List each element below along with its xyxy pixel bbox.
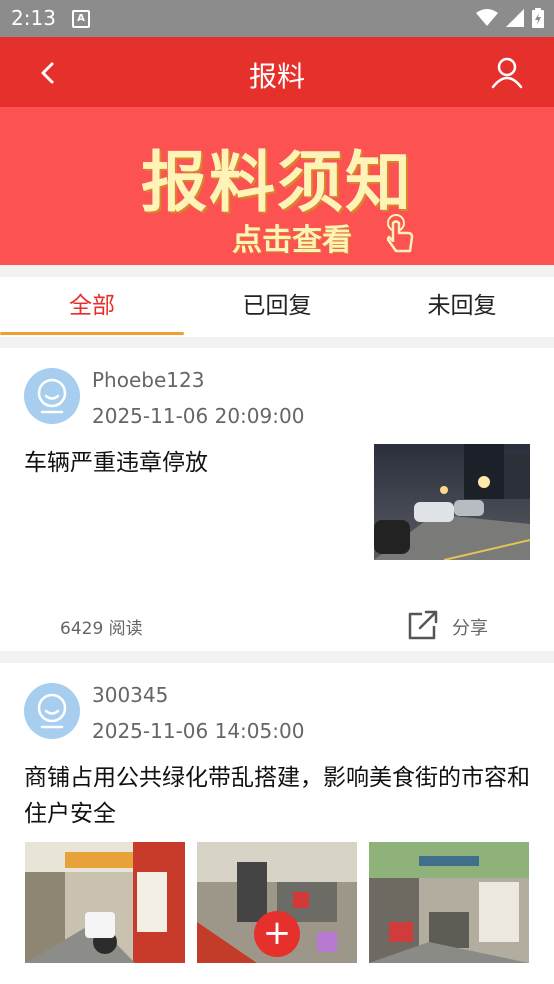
share-icon[interactable]	[406, 608, 440, 642]
post-card[interactable]: Phoebe123 2025-11-06 20:09:00 车辆严重违章停放 6…	[0, 348, 554, 651]
tab-replied[interactable]: 已回复	[185, 277, 369, 337]
post-datetime: 2025-11-06 20:09:00	[92, 404, 305, 428]
banner-subheading: 点击查看	[232, 223, 352, 258]
page-title: 报料	[248, 60, 305, 93]
street-shop-photo	[25, 842, 185, 963]
add-report-button[interactable]: +	[254, 911, 300, 957]
tab-all[interactable]: 全部	[0, 277, 184, 337]
status-bar: 2:13 A	[0, 0, 554, 37]
post-username: Phoebe123	[92, 368, 205, 392]
tab-unreplied[interactable]: 未回复	[370, 277, 554, 337]
filter-tabs: 全部 已回复 未回复	[0, 277, 554, 337]
system-icons	[476, 8, 544, 28]
outdoor-clutter-photo	[369, 842, 529, 963]
street-night-photo	[374, 444, 530, 560]
avatar[interactable]	[24, 368, 80, 424]
notification-icon: A	[72, 10, 90, 28]
post-username: 300345	[92, 683, 169, 707]
post-content: 车辆严重违章停放	[24, 450, 208, 476]
hand-pointer-icon	[386, 214, 414, 253]
avatar[interactable]	[24, 683, 80, 739]
tab-indicator	[0, 332, 184, 335]
app-bar: 报料	[0, 37, 554, 107]
avatar-face-icon	[37, 378, 67, 414]
post-image[interactable]	[25, 842, 185, 963]
post-content: 商铺占用公共绿化带乱搭建，影响美食街的市容和住户安全	[24, 765, 530, 827]
post-datetime: 2025-11-06 14:05:00	[92, 719, 305, 743]
user-profile-icon[interactable]	[490, 55, 524, 89]
status-time: 2:13	[11, 6, 56, 30]
report-notice-banner[interactable]: 报料须知 点击查看	[0, 107, 554, 265]
signal-icon	[506, 9, 524, 27]
share-button[interactable]: 分享	[452, 614, 488, 640]
read-count: 6429 阅读	[60, 619, 143, 639]
post-image[interactable]	[369, 842, 529, 963]
post-image[interactable]	[374, 444, 530, 560]
banner-heading: 报料须知	[141, 144, 413, 221]
avatar-face-icon	[37, 693, 67, 729]
battery-icon	[532, 8, 544, 28]
wifi-icon	[476, 9, 498, 26]
